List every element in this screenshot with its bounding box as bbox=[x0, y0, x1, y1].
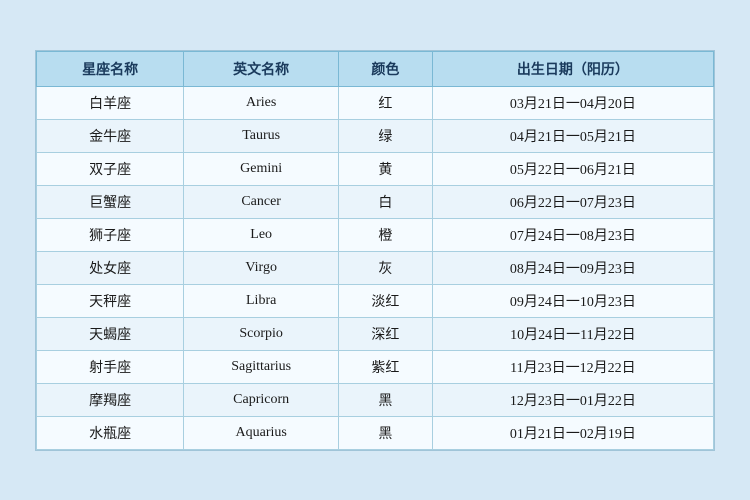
table-row: 白羊座Aries红03月21日一04月20日 bbox=[37, 86, 714, 119]
cell-dates: 05月22日一06月21日 bbox=[432, 152, 713, 185]
cell-dates: 07月24日一08月23日 bbox=[432, 218, 713, 251]
table-row: 处女座Virgo灰08月24日一09月23日 bbox=[37, 251, 714, 284]
cell-chinese-name: 金牛座 bbox=[37, 119, 184, 152]
table-row: 天秤座Libra淡红09月24日一10月23日 bbox=[37, 284, 714, 317]
cell-color: 橙 bbox=[339, 218, 433, 251]
cell-color: 灰 bbox=[339, 251, 433, 284]
cell-chinese-name: 摩羯座 bbox=[37, 383, 184, 416]
table-row: 双子座Gemini黄05月22日一06月21日 bbox=[37, 152, 714, 185]
cell-dates: 04月21日一05月21日 bbox=[432, 119, 713, 152]
zodiac-table: 星座名称 英文名称 颜色 出生日期（阳历） 白羊座Aries红03月21日一04… bbox=[36, 51, 714, 450]
cell-english-name: Gemini bbox=[184, 152, 339, 185]
cell-dates: 11月23日一12月22日 bbox=[432, 350, 713, 383]
cell-color: 黑 bbox=[339, 383, 433, 416]
cell-chinese-name: 白羊座 bbox=[37, 86, 184, 119]
cell-chinese-name: 狮子座 bbox=[37, 218, 184, 251]
cell-english-name: Libra bbox=[184, 284, 339, 317]
table-row: 狮子座Leo橙07月24日一08月23日 bbox=[37, 218, 714, 251]
cell-dates: 08月24日一09月23日 bbox=[432, 251, 713, 284]
cell-english-name: Capricorn bbox=[184, 383, 339, 416]
cell-english-name: Leo bbox=[184, 218, 339, 251]
zodiac-table-container: 星座名称 英文名称 颜色 出生日期（阳历） 白羊座Aries红03月21日一04… bbox=[35, 50, 715, 451]
cell-english-name: Virgo bbox=[184, 251, 339, 284]
cell-english-name: Aries bbox=[184, 86, 339, 119]
cell-english-name: Taurus bbox=[184, 119, 339, 152]
cell-chinese-name: 巨蟹座 bbox=[37, 185, 184, 218]
cell-chinese-name: 水瓶座 bbox=[37, 416, 184, 449]
header-dates: 出生日期（阳历） bbox=[432, 51, 713, 86]
header-chinese-name: 星座名称 bbox=[37, 51, 184, 86]
cell-color: 淡红 bbox=[339, 284, 433, 317]
header-color: 颜色 bbox=[339, 51, 433, 86]
cell-english-name: Aquarius bbox=[184, 416, 339, 449]
cell-color: 深红 bbox=[339, 317, 433, 350]
cell-color: 黄 bbox=[339, 152, 433, 185]
table-row: 天蝎座Scorpio深红10月24日一11月22日 bbox=[37, 317, 714, 350]
table-row: 摩羯座Capricorn黑12月23日一01月22日 bbox=[37, 383, 714, 416]
cell-dates: 01月21日一02月19日 bbox=[432, 416, 713, 449]
cell-color: 绿 bbox=[339, 119, 433, 152]
cell-chinese-name: 射手座 bbox=[37, 350, 184, 383]
cell-dates: 10月24日一11月22日 bbox=[432, 317, 713, 350]
table-row: 金牛座Taurus绿04月21日一05月21日 bbox=[37, 119, 714, 152]
table-row: 射手座Sagittarius紫红11月23日一12月22日 bbox=[37, 350, 714, 383]
cell-english-name: Sagittarius bbox=[184, 350, 339, 383]
cell-color: 红 bbox=[339, 86, 433, 119]
cell-color: 白 bbox=[339, 185, 433, 218]
cell-dates: 12月23日一01月22日 bbox=[432, 383, 713, 416]
cell-color: 黑 bbox=[339, 416, 433, 449]
table-row: 水瓶座Aquarius黑01月21日一02月19日 bbox=[37, 416, 714, 449]
table-row: 巨蟹座Cancer白06月22日一07月23日 bbox=[37, 185, 714, 218]
cell-english-name: Cancer bbox=[184, 185, 339, 218]
header-english-name: 英文名称 bbox=[184, 51, 339, 86]
table-header-row: 星座名称 英文名称 颜色 出生日期（阳历） bbox=[37, 51, 714, 86]
cell-dates: 06月22日一07月23日 bbox=[432, 185, 713, 218]
cell-chinese-name: 处女座 bbox=[37, 251, 184, 284]
cell-chinese-name: 双子座 bbox=[37, 152, 184, 185]
cell-chinese-name: 天蝎座 bbox=[37, 317, 184, 350]
cell-color: 紫红 bbox=[339, 350, 433, 383]
cell-english-name: Scorpio bbox=[184, 317, 339, 350]
cell-chinese-name: 天秤座 bbox=[37, 284, 184, 317]
cell-dates: 09月24日一10月23日 bbox=[432, 284, 713, 317]
cell-dates: 03月21日一04月20日 bbox=[432, 86, 713, 119]
